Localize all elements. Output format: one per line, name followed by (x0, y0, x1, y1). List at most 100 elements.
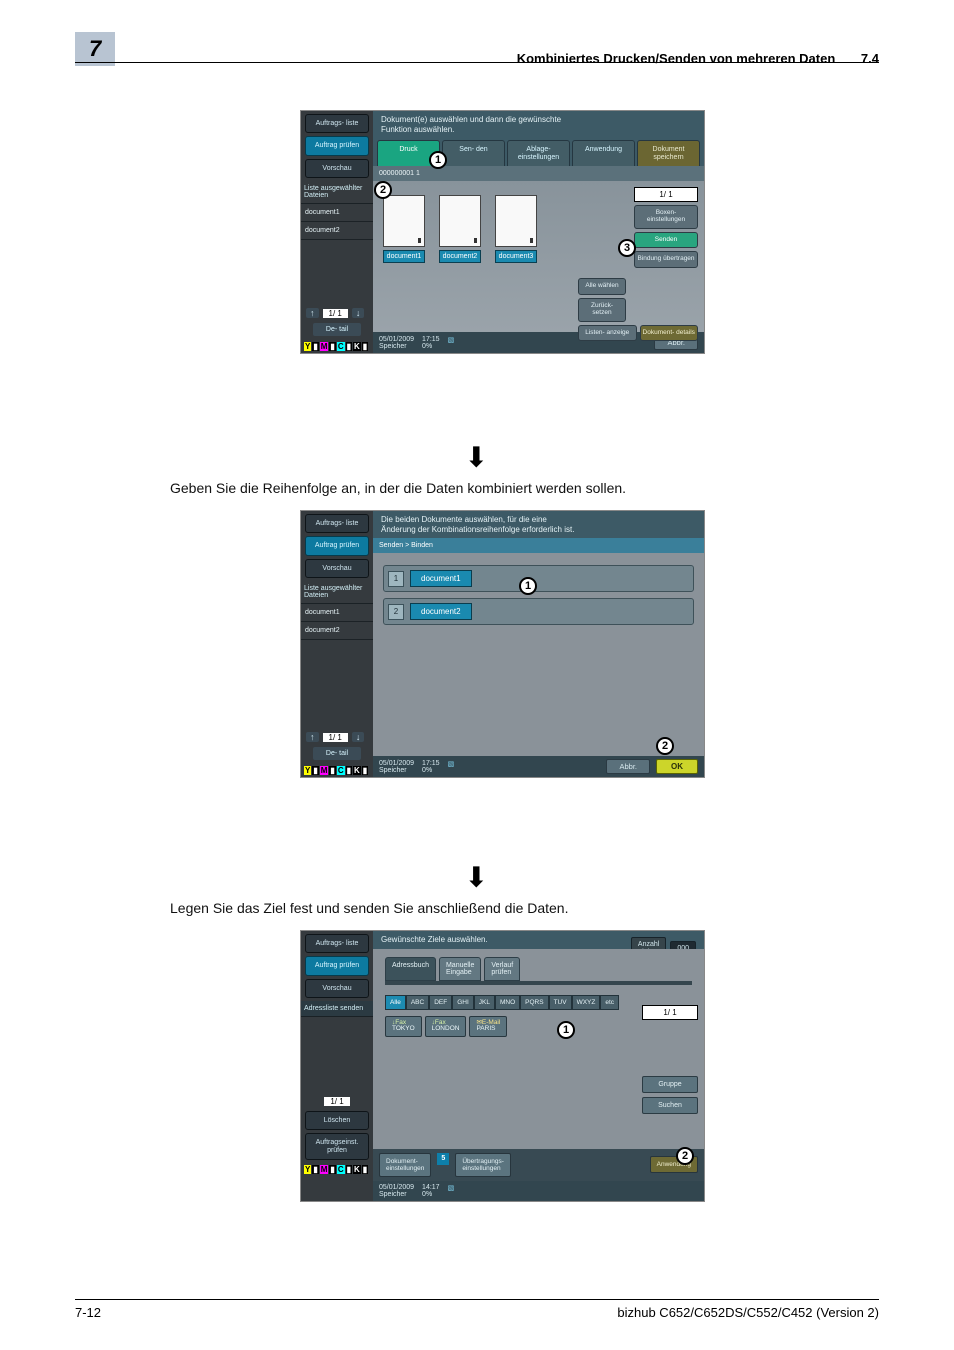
filter-cell[interactable]: GHI (452, 995, 474, 1010)
zurucksetzen-button[interactable]: Zurück- setzen (578, 298, 626, 322)
order-row[interactable]: 2 document2 (383, 598, 694, 625)
vorschau-button[interactable]: Vorschau (305, 979, 369, 998)
order-row[interactable]: 1 document1 (383, 565, 694, 592)
callout-2: 2 (656, 737, 674, 755)
footer-rule (75, 1299, 879, 1300)
thumb[interactable]: document3 (495, 195, 537, 263)
pager-label: 1/ 1 (324, 1097, 349, 1106)
header-title-block: Kombiniertes Drucken/Senden von mehreren… (517, 51, 879, 66)
filter-cell[interactable]: etc (600, 995, 619, 1010)
suchen-button[interactable]: Suchen (642, 1097, 698, 1114)
sel-pager: 1/ 1 (634, 187, 698, 202)
arrow-up-icon[interactable]: ↑ (306, 732, 319, 742)
main-area: Adressbuch Manuelle Eingabe Verlauf prüf… (373, 949, 704, 1149)
filter-cell[interactable]: ABC (406, 995, 429, 1010)
ablage-tab[interactable]: Ablage- einstellungen (507, 140, 570, 166)
verlauf-tab[interactable]: Verlauf prüfen (484, 957, 520, 981)
auftrag-einst-button[interactable]: Auftragseinst. prüfen (305, 1133, 369, 1160)
bindung-button[interactable]: Bindung übertragen (634, 251, 698, 268)
right-stack: 1/ 1 Gruppe Suchen (642, 1005, 698, 1114)
detail-button[interactable]: De- tail (313, 747, 361, 760)
filter-cell[interactable]: DEF (429, 995, 452, 1010)
body-text-2: Legen Sie das Ziel fest und senden Sie a… (170, 900, 879, 916)
auftragsliste-button[interactable]: Auftrags- liste (305, 514, 369, 533)
message-bar: Dokument(e) auswählen und dann die gewün… (373, 111, 704, 138)
order-name: document1 (410, 570, 472, 587)
pager-label: 1/ 1 (323, 733, 348, 742)
filter-cell[interactable]: Alle (385, 995, 406, 1010)
uber-button[interactable]: Übertragungs- einstellungen (455, 1153, 511, 1177)
address-chip[interactable]: ↓FaxLONDON (425, 1016, 467, 1038)
arrow-down-icon[interactable]: ↓ (352, 732, 365, 742)
file-item[interactable]: document1 (301, 204, 373, 222)
tab-row: Druck Sen- den Ablage- einstellungen Anw… (373, 138, 704, 166)
arrow-down-icon: ➡ (461, 865, 494, 888)
file-item[interactable]: document1 (301, 604, 373, 622)
pager-row: ↑ 1/ 1 ↓ (301, 306, 373, 320)
file-item[interactable]: document2 (301, 222, 373, 240)
senden-tab[interactable]: Sen- den (442, 140, 505, 166)
senden-button[interactable]: Senden (634, 232, 698, 249)
abbr-button[interactable]: Abbr. (606, 759, 650, 774)
filter-cell[interactable]: PQRS (520, 995, 548, 1010)
pager-label: 1/ 1 (323, 309, 348, 318)
address-chip[interactable]: ↓FaxTOKYO (385, 1016, 422, 1038)
thumb[interactable]: document2 (439, 195, 481, 263)
file-list-header: Liste ausgewählter Dateien (301, 581, 373, 604)
loschen-button[interactable]: Löschen (305, 1111, 369, 1130)
sel-pager: 1/ 1 (642, 1005, 698, 1020)
vorschau-button[interactable]: Vorschau (305, 159, 369, 178)
arrow-down-icon[interactable]: ↓ (352, 308, 365, 318)
ok-button[interactable]: OK (656, 759, 698, 774)
detail-button[interactable]: De- tail (313, 323, 361, 336)
auftrag-prufen-button[interactable]: Auftrag prüfen (305, 956, 369, 975)
ymck-indicator: Y▮ M▮ C▮ K▮ (301, 1163, 373, 1176)
auftrag-prufen-button[interactable]: Auftrag prüfen (305, 536, 369, 555)
bottom-bar: Dokument- einstellungen 5 Übertragungs- … (373, 1149, 704, 1181)
address-chip[interactable]: ✉E-MailPARIS (469, 1016, 507, 1038)
dok-speichern-tab[interactable]: Dokument speichern (637, 140, 700, 166)
filter-cell[interactable]: JKL (474, 995, 495, 1010)
header-title: Kombiniertes Drucken/Senden von mehreren… (517, 51, 836, 66)
file-item[interactable]: document2 (301, 622, 373, 640)
left-panel: Auftrags- liste Auftrag prüfen Vorschau … (301, 931, 373, 1201)
comm-icon: ▧ (448, 336, 455, 350)
callout-3: 3 (618, 239, 636, 257)
auftragsliste-button[interactable]: Auftrags- liste (305, 114, 369, 133)
filter-cell[interactable]: WXYZ (572, 995, 601, 1010)
ymck-indicator: Y▮ M▮ C▮ K▮ (301, 340, 373, 353)
callout-2: 2 (374, 181, 392, 199)
allewahlen-button[interactable]: Alle wählen (578, 278, 626, 295)
breadcrumb: 000000001 1 (373, 166, 704, 181)
dokeinst-button[interactable]: Dokument- einstellungen (379, 1153, 431, 1177)
auftrag-prufen-button[interactable]: Auftrag prüfen (305, 136, 369, 155)
gruppe-button[interactable]: Gruppe (642, 1076, 698, 1093)
footer-model: bizhub C652/C652DS/C552/C452 (Version 2) (617, 1305, 879, 1320)
selection-column: 1/ 1 Boxen- einstellungen Senden Bindung… (634, 187, 698, 342)
adressbuch-tab[interactable]: Adressbuch (385, 957, 436, 981)
screenshot-2: Auftrags- liste Auftrag prüfen Vorschau … (300, 510, 705, 778)
pager-row: 1/ 1 (301, 1095, 373, 1108)
boxen-button[interactable]: Boxen- einstellungen (634, 205, 698, 229)
filter-cell[interactable]: TUV (549, 995, 572, 1010)
filter-cell[interactable]: MNO (495, 995, 520, 1010)
dokdetails-button[interactable]: Dokument- details (640, 325, 699, 342)
manuelle-tab[interactable]: Manuelle Eingabe (439, 957, 481, 981)
status-bar: 05/01/2009Speicher 14:170% ▧ (373, 1181, 704, 1201)
left-panel: Auftrags- liste Auftrag prüfen Vorschau … (301, 111, 373, 353)
order-num: 2 (388, 604, 404, 620)
auftragsliste-button[interactable]: Auftrags- liste (305, 934, 369, 953)
main-area: 1 document1 2 document2 (373, 553, 704, 756)
status-bar: 05/01/2009Speicher 17:150% ▧ Abbr. OK (373, 756, 704, 777)
arrow-up-icon[interactable]: ↑ (306, 308, 319, 318)
order-name: document2 (410, 603, 472, 620)
order-num: 1 (388, 571, 404, 587)
listenanzeige-button[interactable]: Listen- anzeige (578, 325, 637, 342)
thumb[interactable]: document1 (383, 195, 425, 263)
pager-row: ↑ 1/ 1 ↓ (301, 730, 373, 744)
anwendung-tab[interactable]: Anwendung (572, 140, 635, 166)
callout-1: 1 (519, 577, 537, 595)
message-bar: Gewünschte Ziele auswählen. Anzahl Ziele… (373, 931, 704, 949)
comm-icon: ▧ (448, 1184, 455, 1198)
vorschau-button[interactable]: Vorschau (305, 559, 369, 578)
